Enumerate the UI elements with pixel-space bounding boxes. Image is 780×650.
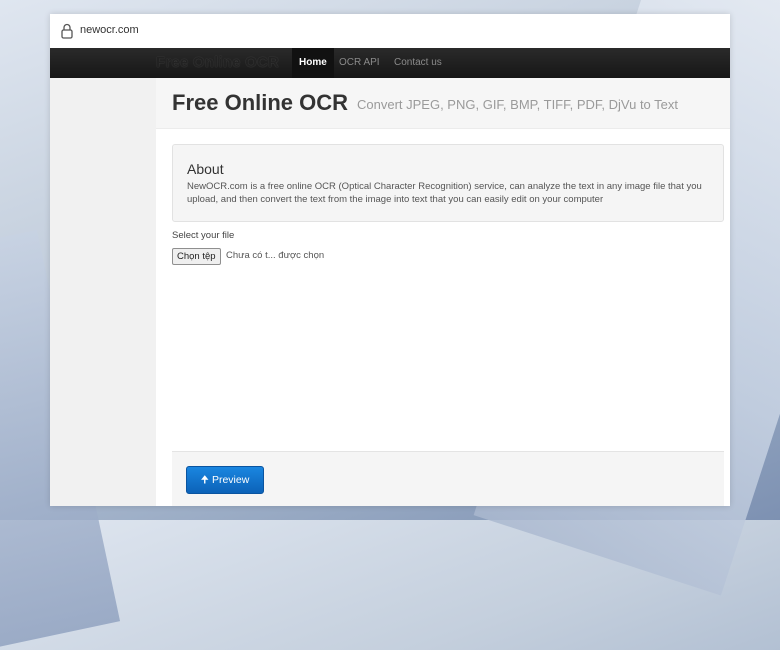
browser-window: newocr.com Free Online OCR Home OCR API … [50, 14, 730, 506]
page-title: Free Online OCR [172, 90, 349, 115]
nav-item-contact[interactable]: Contact us [387, 48, 449, 78]
about-panel: About NewOCR.com is a free online OCR (O… [172, 144, 724, 222]
site-brand[interactable]: Free Online OCR [156, 54, 279, 71]
preview-label: Preview [211, 474, 250, 486]
left-sidebar [50, 78, 156, 506]
address-bar[interactable]: newocr.com [50, 14, 730, 49]
form-footer: 🠉 Preview [172, 451, 724, 506]
page-header: Free Online OCR Convert JPEG, PNG, GIF, … [156, 78, 730, 129]
file-status-text: Chưa có t... được chọn [226, 250, 325, 261]
choose-file-button[interactable]: Chọn tệp [172, 248, 221, 265]
lock-icon [61, 23, 73, 39]
select-file-label: Select your file [172, 230, 235, 241]
preview-button[interactable]: 🠉 Preview [186, 466, 264, 494]
page-subtitle: Convert JPEG, PNG, GIF, BMP, TIFF, PDF, … [357, 97, 679, 112]
about-title: About [187, 161, 224, 177]
about-text: NewOCR.com is a free online OCR (Optical… [187, 181, 702, 205]
nav-item-ocr-api[interactable]: OCR API [332, 48, 387, 78]
site-navbar: Free Online OCR Home OCR API Contact us [50, 48, 730, 78]
url-text[interactable]: newocr.com [80, 24, 139, 36]
up-arrow-icon: 🠉 [200, 475, 209, 486]
nav-item-home[interactable]: Home [292, 48, 334, 78]
